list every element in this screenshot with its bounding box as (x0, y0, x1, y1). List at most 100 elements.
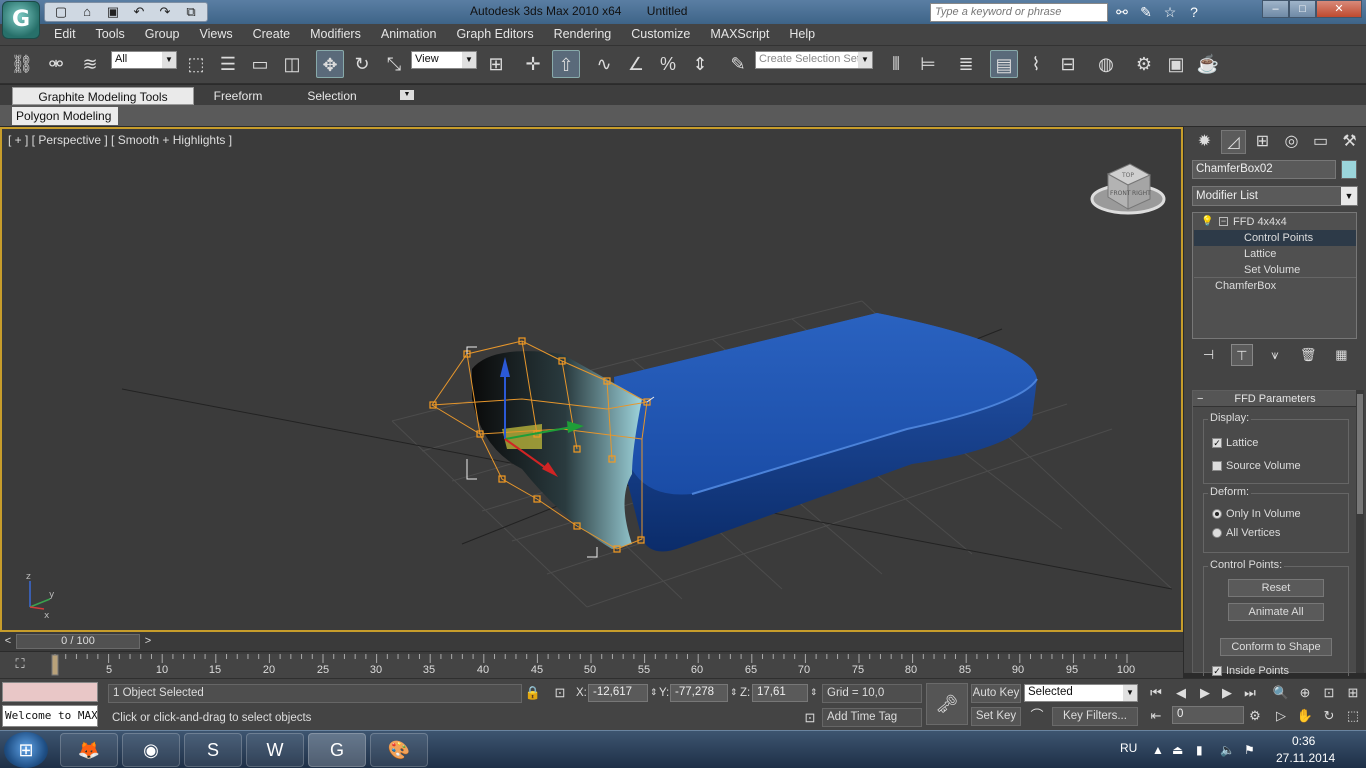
reference-coordinate-dropdown[interactable]: View ▼ (411, 51, 477, 69)
keyboard-shortcut-toggle-icon[interactable]: ⇧ (552, 50, 580, 78)
time-prev-icon[interactable]: < (1, 634, 15, 649)
menu-help[interactable]: Help (779, 27, 825, 41)
time-config-icon[interactable]: ⚙ (1246, 707, 1264, 725)
menu-rendering[interactable]: Rendering (544, 27, 622, 41)
key-filters-button[interactable]: Key Filters... (1052, 707, 1138, 726)
pivot-center-icon[interactable]: ⊞ (482, 50, 510, 78)
new-icon[interactable]: ▢ (49, 3, 73, 21)
select-by-name-icon[interactable]: ☰ (214, 50, 242, 78)
lightbulb-icon[interactable]: 💡 (1201, 216, 1213, 227)
redo-icon[interactable]: ↷ (153, 3, 177, 21)
all-vertices-radio-row[interactable]: All Vertices (1212, 527, 1280, 539)
word-icon[interactable]: W (246, 733, 304, 767)
usb-icon[interactable]: ⏏ (1172, 743, 1183, 757)
save-icon[interactable]: ▣ (101, 3, 125, 21)
conform-to-shape-button[interactable]: Conform to Shape (1220, 638, 1332, 656)
select-manipulate-icon[interactable]: ✛ (519, 50, 547, 78)
menu-modifiers[interactable]: Modifiers (300, 27, 371, 41)
maximize-viewport-icon[interactable]: ⬚ (1344, 707, 1362, 725)
play-icon[interactable]: ▶ (1196, 684, 1214, 702)
stack-item-set-volume[interactable]: Set Volume (1244, 262, 1300, 278)
stack-item-ffd[interactable]: FFD 4x4x4 (1233, 214, 1353, 230)
maxscript-listener-macro-field[interactable] (2, 682, 98, 702)
menu-graph-editors[interactable]: Graph Editors (446, 27, 543, 41)
viewcube[interactable]: TOP FRONT RIGHT (1090, 163, 1166, 215)
command-panel-scrollbar[interactable] (1356, 390, 1364, 673)
modifier-list-dropdown[interactable]: Modifier List ▼ (1192, 186, 1358, 206)
named-selection-dropdown[interactable]: Create Selection Set ▼ (755, 51, 873, 69)
source-volume-checkbox[interactable] (1212, 461, 1222, 471)
close-button[interactable]: ✕ (1316, 0, 1362, 18)
lock-selection-icon[interactable]: 🔒 (524, 684, 542, 702)
mini-curve-editor-icon[interactable]: ⛶ (10, 656, 30, 674)
firefox-icon[interactable]: 🦊 (60, 733, 118, 767)
key-mode-toggle-icon[interactable]: ⇤ (1147, 707, 1165, 725)
track-bar[interactable]: ⛶ 5 10 15 20 25 30 35 40 45 50 55 60 65 … (0, 652, 1183, 678)
skype-icon[interactable]: S (184, 733, 242, 767)
source-volume-checkbox-row[interactable]: Source Volume (1212, 460, 1301, 472)
display-tab-icon[interactable]: ▭ (1308, 130, 1333, 154)
menu-tools[interactable]: Tools (86, 27, 135, 41)
set-key-button[interactable]: Set Key (971, 707, 1021, 726)
field-of-view-icon[interactable]: ▷ (1272, 707, 1290, 725)
menu-animation[interactable]: Animation (371, 27, 447, 41)
edit-named-selection-icon[interactable]: ✎ (724, 50, 752, 78)
y-coordinate-field[interactable]: -77,278 (670, 684, 728, 702)
show-hidden-icons-icon[interactable]: ▲ (1152, 743, 1164, 757)
tab-selection[interactable]: Selection (292, 87, 372, 105)
rendered-frame-icon[interactable]: ▣ (1162, 50, 1190, 78)
show-end-result-icon[interactable]: ⊤ (1230, 344, 1253, 366)
3dsmax-icon[interactable]: G (308, 733, 366, 767)
y-spinner-icon[interactable]: ⇕ (730, 687, 738, 698)
percent-snap-icon[interactable]: % (654, 50, 682, 78)
default-tangents-icon[interactable]: ⌒ (1028, 707, 1046, 725)
previous-frame-icon[interactable]: ◀ (1172, 684, 1190, 702)
pan-view-icon[interactable]: ✋ (1296, 707, 1314, 725)
link-icon[interactable]: ⛓ (8, 50, 36, 78)
scrollbar-thumb[interactable] (1357, 394, 1363, 514)
add-time-tag-button[interactable]: Add Time Tag (822, 708, 922, 727)
go-to-start-icon[interactable]: ⏮ (1147, 684, 1165, 702)
next-frame-icon[interactable]: ▶ (1218, 684, 1236, 702)
only-in-volume-radio[interactable] (1212, 509, 1222, 519)
tools-icon[interactable]: ✎ (1136, 2, 1156, 22)
layer-manager-icon[interactable]: ≣ (952, 50, 980, 78)
collapse-icon[interactable]: − (1219, 217, 1228, 226)
align-icon[interactable]: ⊨ (914, 50, 942, 78)
menu-maxscript[interactable]: MAXScript (700, 27, 779, 41)
schematic-view-icon[interactable]: ⊟ (1054, 50, 1082, 78)
menu-views[interactable]: Views (189, 27, 242, 41)
action-center-icon[interactable]: ⚑ (1244, 743, 1255, 757)
stack-item-control-points[interactable]: Control Points (1194, 230, 1356, 246)
menu-edit[interactable]: Edit (44, 27, 86, 41)
only-in-volume-radio-row[interactable]: Only In Volume (1212, 508, 1301, 520)
zoom-extents-all-icon[interactable]: ⊞ (1344, 684, 1362, 702)
mirror-icon[interactable]: ⫴ (882, 50, 910, 78)
reset-button[interactable]: Reset (1228, 579, 1324, 597)
menu-create[interactable]: Create (243, 27, 301, 41)
all-vertices-radio[interactable] (1212, 528, 1222, 538)
key-mode-dropdown[interactable]: Selected ▼ (1024, 684, 1138, 702)
inside-points-checkbox-row[interactable]: ✓ Inside Points (1212, 665, 1289, 677)
object-name-field[interactable]: ChamferBox02 (1192, 160, 1336, 179)
graphite-toggle-icon[interactable]: ▤ (990, 50, 1018, 78)
auto-key-button[interactable]: Auto Key (971, 684, 1021, 703)
time-tag-icon[interactable]: ⊡ (801, 709, 819, 727)
language-indicator[interactable]: RU (1120, 741, 1137, 755)
current-frame-field[interactable]: 0 (1172, 706, 1244, 724)
z-spinner-icon[interactable]: ⇕ (810, 687, 818, 698)
bind-spacewarp-icon[interactable]: ≋ (76, 50, 104, 78)
window-crossing-icon[interactable]: ◫ (278, 50, 306, 78)
tab-graphite-modeling-tools[interactable]: Graphite Modeling Tools (12, 87, 194, 105)
rect-selection-icon[interactable]: ▭ (246, 50, 274, 78)
utilities-tab-icon[interactable]: ⚒ (1337, 130, 1362, 154)
remove-modifier-icon[interactable]: 🗑 (1297, 344, 1319, 366)
viewport-label-menu[interactable]: [ + ] [ Perspective ] [ Smooth + Highlig… (8, 133, 232, 147)
ribbon-minimize-toggle[interactable]: ▼ (400, 90, 414, 100)
motion-tab-icon[interactable]: ◎ (1279, 130, 1304, 154)
render-setup-icon[interactable]: ⚙ (1130, 50, 1158, 78)
curve-editor-icon[interactable]: ⌇ (1022, 50, 1050, 78)
search-input[interactable]: Type a keyword or phrase (930, 3, 1108, 22)
menu-customize[interactable]: Customize (621, 27, 700, 41)
zoom-all-icon[interactable]: ⊕ (1296, 684, 1314, 702)
